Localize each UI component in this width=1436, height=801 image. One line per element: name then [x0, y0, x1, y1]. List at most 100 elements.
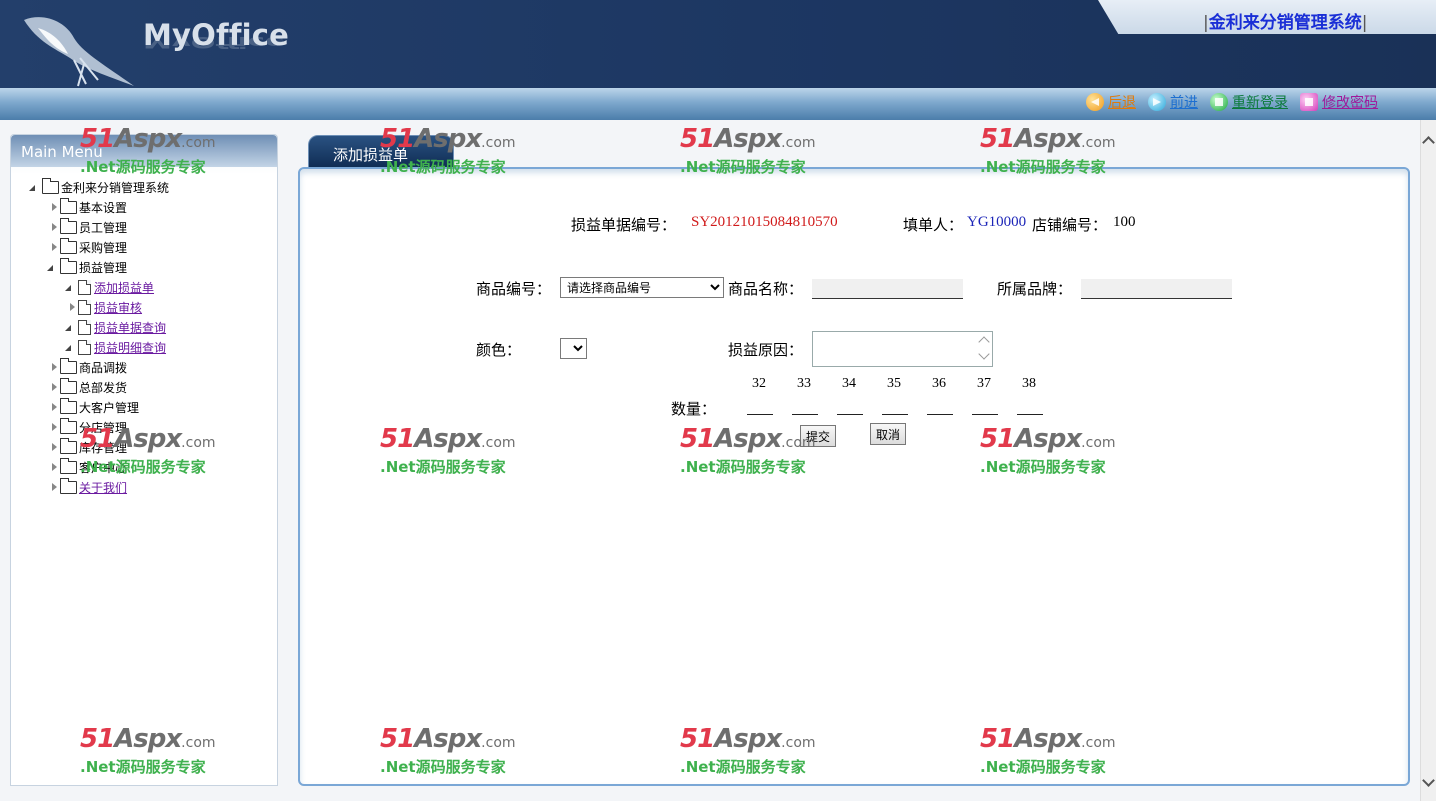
color-select[interactable]	[560, 338, 587, 359]
main-panel	[298, 167, 1410, 786]
quantity-input-36[interactable]	[927, 414, 953, 415]
tree-node-label: 金利来分销管理系统	[61, 180, 170, 195]
tree-node[interactable]: 库存管理	[29, 437, 169, 457]
reason-textarea[interactable]	[812, 331, 993, 367]
tab-label: 添加损益单	[333, 146, 409, 164]
expanded-arrow-icon[interactable]	[29, 183, 37, 191]
folder-icon	[60, 397, 77, 414]
tree-node[interactable]: 大客户管理	[29, 397, 169, 417]
bird-logo-icon	[24, 17, 134, 87]
quantity-input-38[interactable]	[1017, 414, 1043, 415]
folder-icon	[60, 417, 77, 434]
expanded-arrow-icon[interactable]	[65, 343, 73, 351]
cancel-button[interactable]: 取消	[870, 423, 907, 445]
system-title-text: 金利来分销管理系统	[1208, 13, 1362, 33]
collapsed-arrow-icon[interactable]	[47, 363, 55, 371]
relogin-icon	[1210, 93, 1228, 111]
reason-label: 损益原因：	[728, 343, 804, 359]
relogin-link[interactable]: 重新登录	[1210, 92, 1288, 112]
tree-node-label[interactable]: 损益审核	[94, 299, 142, 316]
product-code-select[interactable]: 请选择商品编号	[560, 277, 724, 298]
quantity-input-35[interactable]	[882, 414, 908, 415]
filler-value: YG10000	[967, 214, 1027, 230]
collapsed-arrow-icon[interactable]	[65, 303, 73, 311]
quantity-input-37[interactable]	[972, 414, 998, 415]
tree-node[interactable]: 采购管理	[29, 237, 169, 257]
tree-node-label[interactable]: 损益单据查询	[94, 319, 166, 336]
doc-no-value: SY20121015084810570	[691, 214, 838, 230]
page-icon	[78, 299, 91, 315]
quantity-input-32[interactable]	[747, 414, 773, 415]
submit-button[interactable]: 提交	[800, 425, 837, 447]
collapsed-arrow-icon[interactable]	[47, 463, 55, 471]
folder-icon	[60, 257, 77, 274]
tree-node-label[interactable]: 添加损益单	[94, 279, 154, 296]
watermark-logo: 51Aspx.com	[980, 124, 1116, 154]
tree-node-label: 客户中心	[79, 460, 128, 475]
tree-node[interactable]: 关于我们	[29, 477, 169, 497]
system-title: |金利来分销管理系统|	[1203, 13, 1368, 33]
size-label: 33	[797, 376, 811, 391]
size-label: 34	[842, 376, 856, 391]
collapsed-arrow-icon[interactable]	[47, 383, 55, 391]
change-password-link[interactable]: 修改密码	[1300, 92, 1378, 112]
page-scrollbar[interactable]	[1420, 120, 1436, 801]
quantity-label: 数量：	[671, 402, 717, 418]
brand-input[interactable]	[1081, 279, 1232, 299]
expanded-arrow-icon[interactable]	[65, 283, 73, 291]
back-link[interactable]: 后退	[1086, 92, 1136, 112]
menu-title: Main Menu	[21, 143, 103, 161]
forward-link[interactable]: 前进	[1148, 92, 1198, 112]
collapsed-arrow-icon[interactable]	[47, 243, 55, 251]
product-name-label: 商品名称：	[728, 282, 804, 298]
expanded-arrow-icon[interactable]	[47, 263, 55, 271]
folder-icon	[60, 477, 77, 494]
tree-node-label[interactable]: 损益明细查询	[94, 339, 166, 356]
menu-tree: 金利来分销管理系统基本设置员工管理采购管理损益管理添加损益单损益审核损益单据查询…	[29, 177, 169, 497]
tree-node-label: 大客户管理	[79, 400, 140, 415]
tree-node[interactable]: 分店管理	[29, 417, 169, 437]
scroll-down-icon[interactable]	[1422, 774, 1435, 787]
tree-node-label: 采购管理	[79, 240, 128, 255]
tree-node-label[interactable]: 关于我们	[79, 479, 127, 496]
quantity-input-34[interactable]	[837, 414, 863, 415]
folder-icon	[60, 237, 77, 254]
tree-node[interactable]: 金利来分销管理系统	[29, 177, 169, 197]
folder-icon	[60, 457, 77, 474]
page-icon	[78, 279, 91, 295]
tree-node[interactable]: 员工管理	[29, 217, 169, 237]
tree-node[interactable]: 损益审核	[29, 297, 169, 317]
collapsed-arrow-icon[interactable]	[47, 423, 55, 431]
collapsed-arrow-icon[interactable]	[47, 483, 55, 491]
expanded-arrow-icon[interactable]	[65, 323, 73, 331]
folder-icon	[42, 177, 59, 194]
folder-icon	[60, 197, 77, 214]
collapsed-arrow-icon[interactable]	[47, 223, 55, 231]
tree-node[interactable]: 损益明细查询	[29, 337, 169, 357]
product-name-input[interactable]	[812, 279, 963, 299]
tree-node[interactable]: 损益单据查询	[29, 317, 169, 337]
tree-node[interactable]: 损益管理	[29, 257, 169, 277]
collapsed-arrow-icon[interactable]	[47, 403, 55, 411]
size-label: 36	[932, 376, 946, 391]
tree-node[interactable]: 添加损益单	[29, 277, 169, 297]
tree-node-label: 库存管理	[79, 440, 128, 455]
brand-label: 所属品牌：	[997, 282, 1073, 298]
scroll-up-icon[interactable]	[1422, 136, 1435, 149]
tree-node-label: 商品调拨	[79, 360, 128, 375]
page-icon	[78, 339, 91, 355]
tree-node[interactable]: 商品调拨	[29, 357, 169, 377]
store-value: 100	[1113, 214, 1136, 230]
tree-node[interactable]: 客户中心	[29, 457, 169, 477]
page-icon	[78, 319, 91, 335]
tree-node[interactable]: 基本设置	[29, 197, 169, 217]
collapsed-arrow-icon[interactable]	[47, 203, 55, 211]
folder-icon	[60, 377, 77, 394]
quantity-input-33[interactable]	[792, 414, 818, 415]
watermark-logo: 51Aspx.com	[680, 124, 816, 154]
folder-icon	[60, 357, 77, 374]
size-label: 32	[752, 376, 766, 391]
collapsed-arrow-icon[interactable]	[47, 443, 55, 451]
tree-node[interactable]: 总部发货	[29, 377, 169, 397]
tree-node-label: 员工管理	[79, 220, 128, 235]
